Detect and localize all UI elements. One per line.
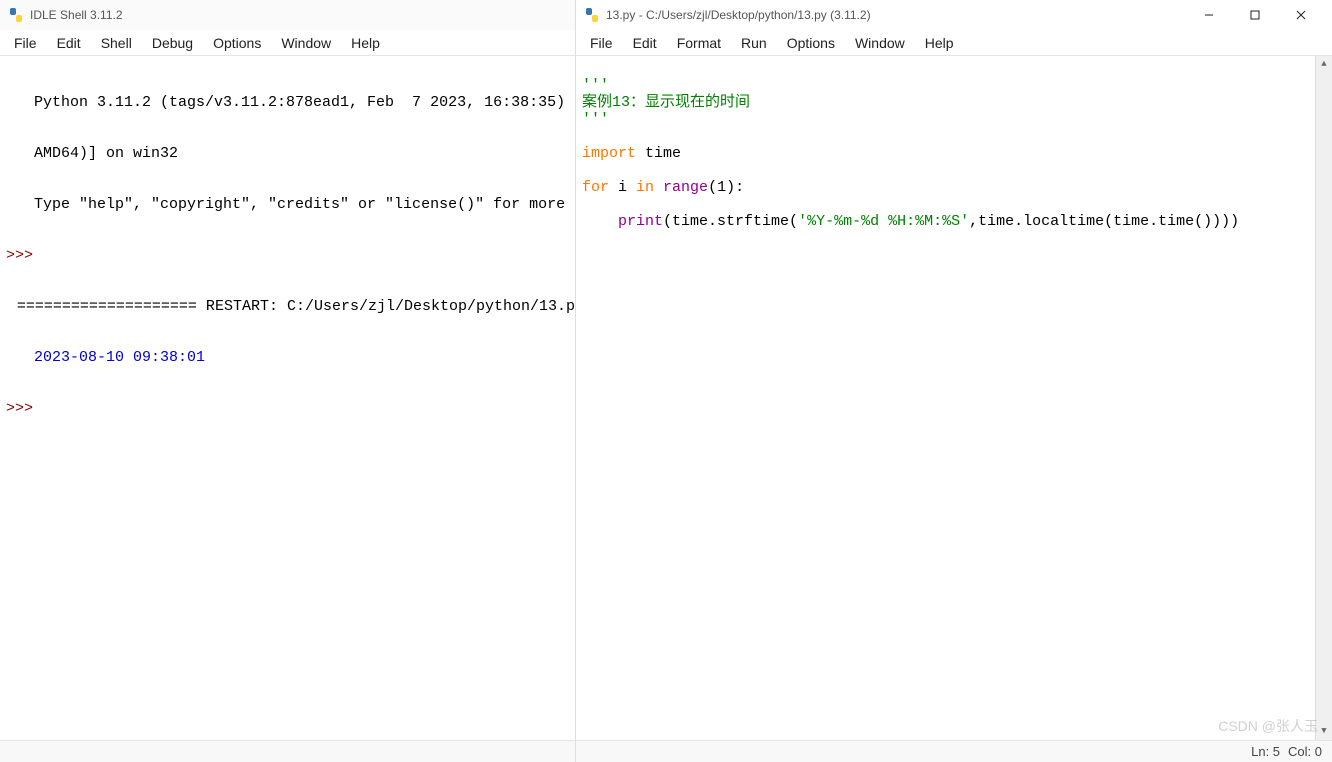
shell-line-2: AMD64)] on win32 bbox=[34, 145, 575, 162]
editor-menu-help[interactable]: Help bbox=[915, 32, 964, 54]
python-icon bbox=[584, 7, 600, 23]
code-fmt-str: '%Y-%m-%d %H:%M:%S' bbox=[798, 213, 969, 230]
code-print-fn: print bbox=[618, 213, 663, 230]
shell-title: IDLE Shell 3.11.2 bbox=[30, 8, 567, 22]
shell-content[interactable]: Python 3.11.2 (tags/v3.11.2:878ead1, Feb… bbox=[0, 56, 575, 740]
shell-output: 2023-08-10 09:38:01 bbox=[34, 349, 575, 366]
shell-menu-debug[interactable]: Debug bbox=[142, 32, 203, 54]
shell-menu-edit[interactable]: Edit bbox=[47, 32, 91, 54]
code-range-fn: range bbox=[654, 179, 708, 196]
status-col: Col: 0 bbox=[1288, 744, 1322, 759]
shell-line-3: Type "help", "copyright", "credits" or "… bbox=[34, 196, 575, 213]
idle-shell-window: IDLE Shell 3.11.2 File Edit Shell Debug … bbox=[0, 0, 576, 762]
status-line: Ln: 5 bbox=[1251, 744, 1280, 759]
code-for-var: i bbox=[609, 179, 636, 196]
editor-window: 13.py - C:/Users/zjl/Desktop/python/13.p… bbox=[576, 0, 1332, 762]
code-rest: ,time.localtime(time.time()))) bbox=[969, 213, 1239, 230]
python-icon bbox=[8, 7, 24, 23]
shell-menu-options[interactable]: Options bbox=[203, 32, 271, 54]
editor-menu-file[interactable]: File bbox=[580, 32, 623, 54]
shell-statusbar bbox=[0, 740, 575, 762]
editor-menu-format[interactable]: Format bbox=[667, 32, 731, 54]
editor-menu-window[interactable]: Window bbox=[845, 32, 915, 54]
shell-menu-file[interactable]: File bbox=[4, 32, 47, 54]
code-import-mod: time bbox=[636, 145, 681, 162]
editor-menubar: File Edit Format Run Options Window Help bbox=[576, 30, 1332, 56]
shell-menu-help[interactable]: Help bbox=[341, 32, 390, 54]
scroll-up-icon[interactable]: ▲ bbox=[1316, 56, 1332, 73]
code-in-kw: in bbox=[636, 179, 654, 196]
minimize-button[interactable] bbox=[1186, 0, 1232, 30]
scroll-down-icon[interactable]: ▼ bbox=[1316, 723, 1332, 740]
editor-menu-edit[interactable]: Edit bbox=[623, 32, 667, 54]
code-open-paren: (time.strftime( bbox=[663, 213, 798, 230]
code-docstring-close: ''' bbox=[582, 111, 609, 128]
editor-menu-options[interactable]: Options bbox=[777, 32, 845, 54]
shell-prompt-2: >>> bbox=[0, 400, 34, 417]
shell-menubar: File Edit Shell Debug Options Window Hel… bbox=[0, 30, 575, 56]
editor-menu-run[interactable]: Run bbox=[731, 32, 777, 54]
editor-title: 13.py - C:/Users/zjl/Desktop/python/13.p… bbox=[606, 8, 1186, 22]
shell-menu-shell[interactable]: Shell bbox=[91, 32, 142, 54]
shell-line-1: Python 3.11.2 (tags/v3.11.2:878ead1, Feb… bbox=[34, 94, 575, 111]
code-import-kw: import bbox=[582, 145, 636, 162]
shell-prompt-1: >>> bbox=[0, 247, 34, 264]
code-for-kw: for bbox=[582, 179, 609, 196]
editor-vertical-scrollbar[interactable]: ▲ ▼ bbox=[1315, 56, 1332, 740]
code-docstring-open: ''' bbox=[582, 77, 609, 94]
editor-content[interactable]: ''' 案例13：显示现在的时间 ''' import time for i i… bbox=[576, 56, 1332, 740]
shell-restart-line: ==================== RESTART: C:/Users/z… bbox=[17, 298, 575, 315]
editor-statusbar: Ln: 5 Col: 0 bbox=[576, 740, 1332, 762]
shell-menu-window[interactable]: Window bbox=[271, 32, 341, 54]
code-docstring-text: 案例13：显示现在的时间 bbox=[582, 94, 750, 111]
code-indent bbox=[582, 213, 618, 230]
shell-titlebar[interactable]: IDLE Shell 3.11.2 bbox=[0, 0, 575, 30]
editor-titlebar[interactable]: 13.py - C:/Users/zjl/Desktop/python/13.p… bbox=[576, 0, 1332, 30]
maximize-button[interactable] bbox=[1232, 0, 1278, 30]
code-range-arg: (1): bbox=[708, 179, 744, 196]
close-button[interactable] bbox=[1278, 0, 1324, 30]
